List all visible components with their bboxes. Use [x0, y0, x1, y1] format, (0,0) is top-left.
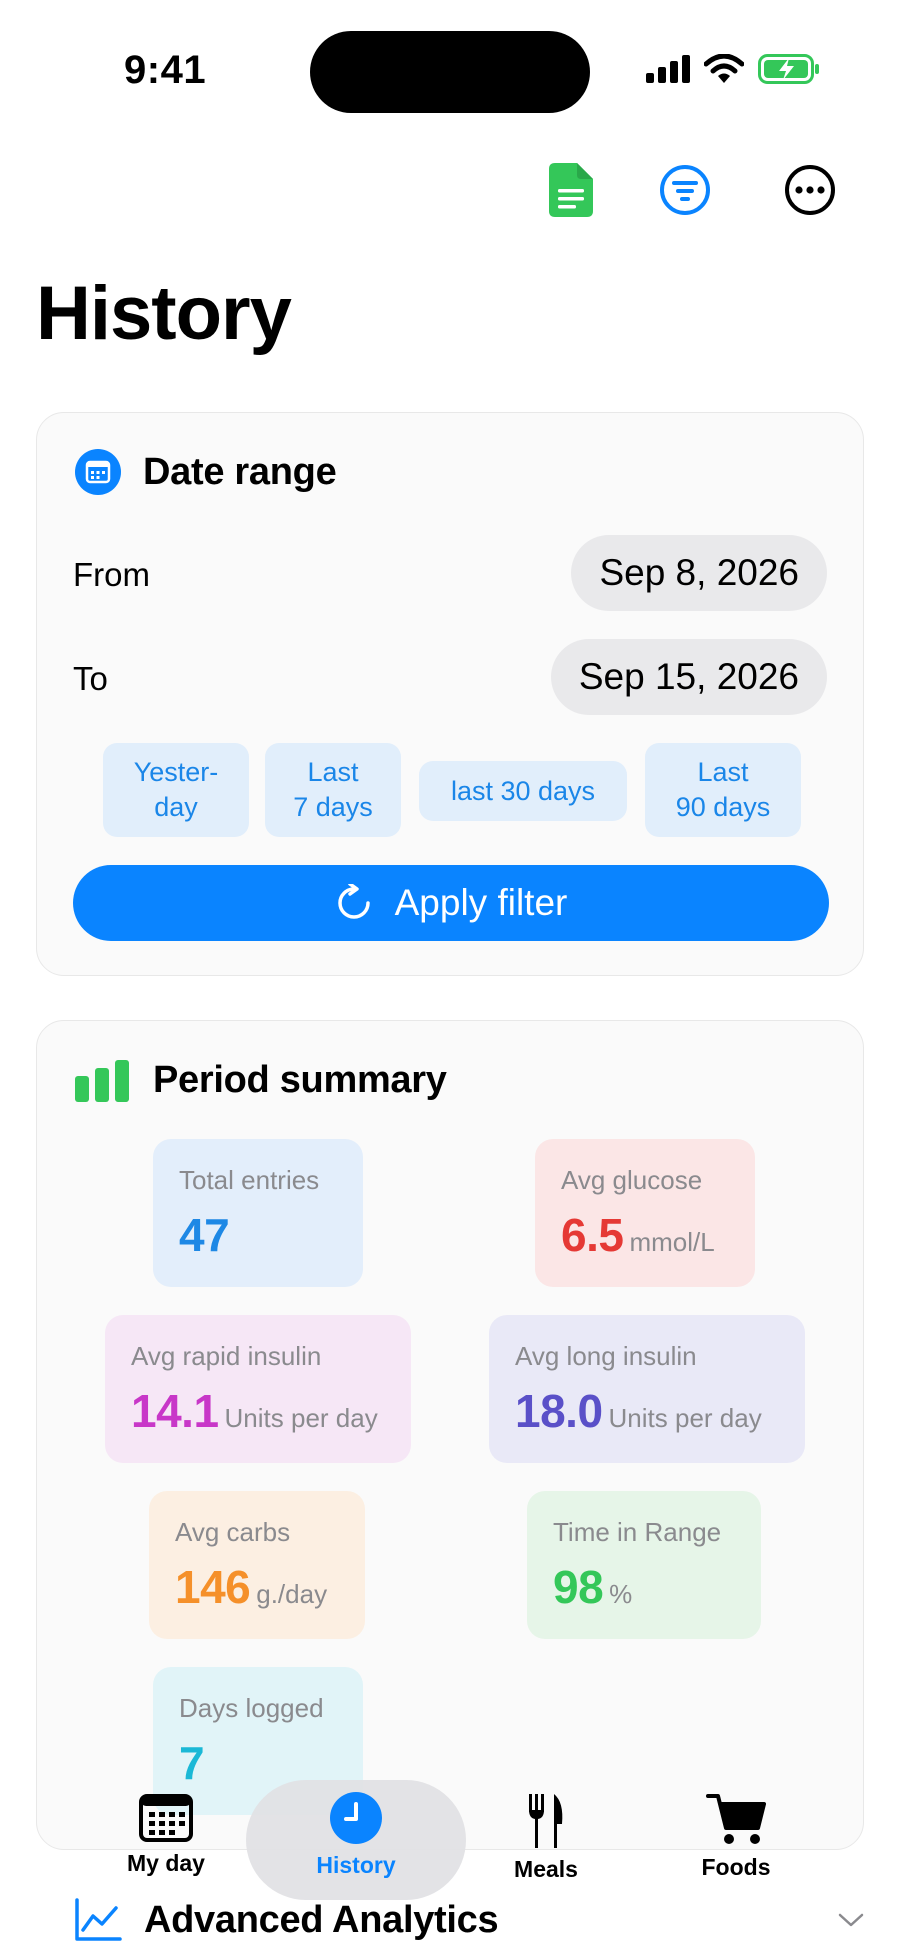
- stat-unit: Units per day: [608, 1403, 762, 1433]
- fork-knife-icon: [529, 1794, 563, 1848]
- calendar-icon: [75, 449, 121, 495]
- tab-label: Meals: [514, 1856, 578, 1882]
- chevron-down-icon[interactable]: [838, 1912, 864, 1928]
- date-range-title: Date range: [143, 450, 337, 493]
- dynamic-island: [310, 31, 590, 113]
- stat-label: Avg carbs: [175, 1517, 291, 1547]
- bar-chart-icon: [75, 1059, 129, 1102]
- tab-meals[interactable]: Meals: [466, 1792, 626, 1883]
- stat-value: 6.5: [561, 1209, 624, 1261]
- stat-unit: g./day: [256, 1579, 328, 1609]
- line-chart-icon: [75, 1898, 122, 1941]
- stat-value: 14.1: [131, 1385, 219, 1437]
- stat-label: Total entries: [179, 1165, 320, 1195]
- advanced-analytics-title: Advanced Analytics: [144, 1898, 499, 1941]
- stat-value: 47: [179, 1209, 230, 1261]
- document-icon: [549, 163, 593, 217]
- tab-my-day[interactable]: My day: [86, 1792, 246, 1877]
- wifi-icon: [704, 54, 744, 83]
- stat-unit: mmol/L: [629, 1227, 715, 1257]
- period-summary-card: Period summary Total entries 47 Avg gluc…: [36, 1020, 864, 1850]
- export-document-button[interactable]: [541, 160, 601, 220]
- stat-avg-carbs: Avg carbs 146 g./day: [149, 1491, 365, 1639]
- from-date-picker[interactable]: Sep 8, 2026: [571, 535, 827, 611]
- filter-button[interactable]: [655, 160, 715, 220]
- battery-charging-icon: [758, 54, 819, 84]
- preset-last-7-days-button[interactable]: Last 7 days: [265, 743, 401, 837]
- preset-last-90-days-button[interactable]: Last 90 days: [645, 743, 801, 837]
- more-options-button[interactable]: [780, 160, 840, 220]
- tab-label: My day: [127, 1850, 205, 1876]
- date-range-card: Date range From Sep 8, 2026 To Sep 15, 2…: [36, 412, 864, 976]
- clock-icon: [330, 1792, 382, 1844]
- toolbar: [0, 160, 900, 220]
- stat-unit: %: [609, 1579, 633, 1609]
- stat-unit: Units per day: [224, 1403, 378, 1433]
- to-date-picker[interactable]: Sep 15, 2026: [550, 639, 827, 715]
- preset-yesterday-button[interactable]: Yester- day: [103, 743, 249, 837]
- tab-bar: My day History Meals Foods: [0, 1770, 900, 1900]
- date-range-header: Date range: [75, 449, 337, 495]
- status-icons: [646, 54, 820, 84]
- stat-total-entries: Total entries 47: [153, 1139, 363, 1287]
- stat-avg-glucose: Avg glucose 6.5 mmol/L: [535, 1139, 755, 1287]
- status-bar: 9:41: [0, 0, 900, 120]
- stat-time-in-range: Time in Range 98 %: [527, 1491, 761, 1639]
- advanced-analytics-section[interactable]: Advanced Analytics: [74, 1892, 864, 1948]
- stat-avg-rapid-insulin: Avg rapid insulin 14.1 Units per day: [105, 1315, 411, 1463]
- preset-last-30-days-button[interactable]: last 30 days: [419, 761, 627, 821]
- refresh-icon: [337, 884, 370, 919]
- cart-icon: [706, 1794, 766, 1844]
- stat-avg-long-insulin: Avg long insulin 18.0 Units per day: [489, 1315, 805, 1463]
- to-label: To: [73, 660, 108, 697]
- apply-filter-label: Apply filter: [394, 882, 568, 923]
- tab-label: Foods: [701, 1854, 771, 1880]
- period-summary-header: Period summary: [75, 1059, 447, 1102]
- page-title: History: [36, 271, 292, 356]
- stat-label: Days logged: [179, 1693, 324, 1723]
- stat-label: Avg glucose: [561, 1165, 703, 1195]
- filter-icon: [660, 165, 710, 215]
- period-summary-title: Period summary: [153, 1059, 447, 1101]
- stat-value: 146: [175, 1561, 251, 1613]
- status-time: 9:41: [124, 48, 207, 92]
- stat-label: Time in Range: [553, 1517, 722, 1547]
- tab-history[interactable]: History: [276, 1792, 436, 1879]
- calendar-grid-icon: [139, 1794, 193, 1842]
- stat-label: Avg long insulin: [515, 1341, 697, 1371]
- ellipsis-circle-icon: [785, 165, 835, 215]
- apply-filter-button[interactable]: Apply filter: [73, 865, 829, 941]
- cellular-signal-icon: [646, 55, 690, 83]
- stat-value: 98: [553, 1561, 604, 1613]
- stat-label: Avg rapid insulin: [131, 1341, 322, 1371]
- from-label: From: [73, 556, 150, 593]
- stat-value: 18.0: [515, 1385, 603, 1437]
- tab-label: History: [316, 1852, 396, 1878]
- tab-foods[interactable]: Foods: [656, 1792, 816, 1881]
